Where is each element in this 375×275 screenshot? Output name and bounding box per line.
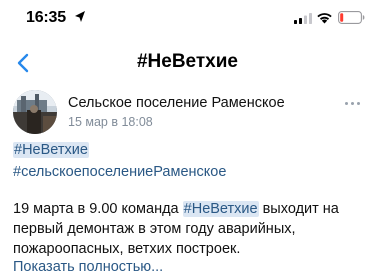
post-text-part: 19 марта в 9.00 команда	[13, 201, 183, 217]
post-date[interactable]: 15 мар в 18:08	[68, 115, 153, 129]
author-name[interactable]: Сельское поселение Раменское	[68, 95, 285, 111]
nav-bar: #НеВетхие	[0, 44, 375, 84]
battery-icon	[338, 11, 365, 24]
dot-icon	[350, 101, 354, 105]
post-header: Сельское поселение Раменское 15 мар в 18…	[0, 86, 375, 138]
avatar-image	[13, 90, 57, 134]
more-options-button[interactable]	[340, 96, 364, 110]
status-bar: 16:35	[0, 0, 375, 38]
avatar[interactable]	[13, 90, 57, 134]
show-more-link[interactable]: Показать полностью...	[13, 259, 163, 275]
wifi-icon	[317, 13, 332, 24]
page-title: #НеВетхие	[136, 51, 238, 72]
inline-hashtag-link[interactable]: #НеВетхие	[182, 201, 259, 217]
signal-icon	[294, 13, 312, 24]
dot-icon	[356, 101, 360, 105]
hashtag-link[interactable]: #сельскоепоселениеРаменское	[13, 164, 226, 180]
hashtag-text: #НеВетхие	[13, 142, 89, 158]
location-arrow-icon	[75, 11, 85, 22]
status-time: 16:35	[26, 9, 66, 26]
post-text: 19 марта в 9.00 команда #НеВетхие выходи…	[13, 199, 363, 259]
hashtag-link[interactable]: #НеВетхие	[13, 142, 89, 158]
dot-icon	[344, 101, 348, 105]
